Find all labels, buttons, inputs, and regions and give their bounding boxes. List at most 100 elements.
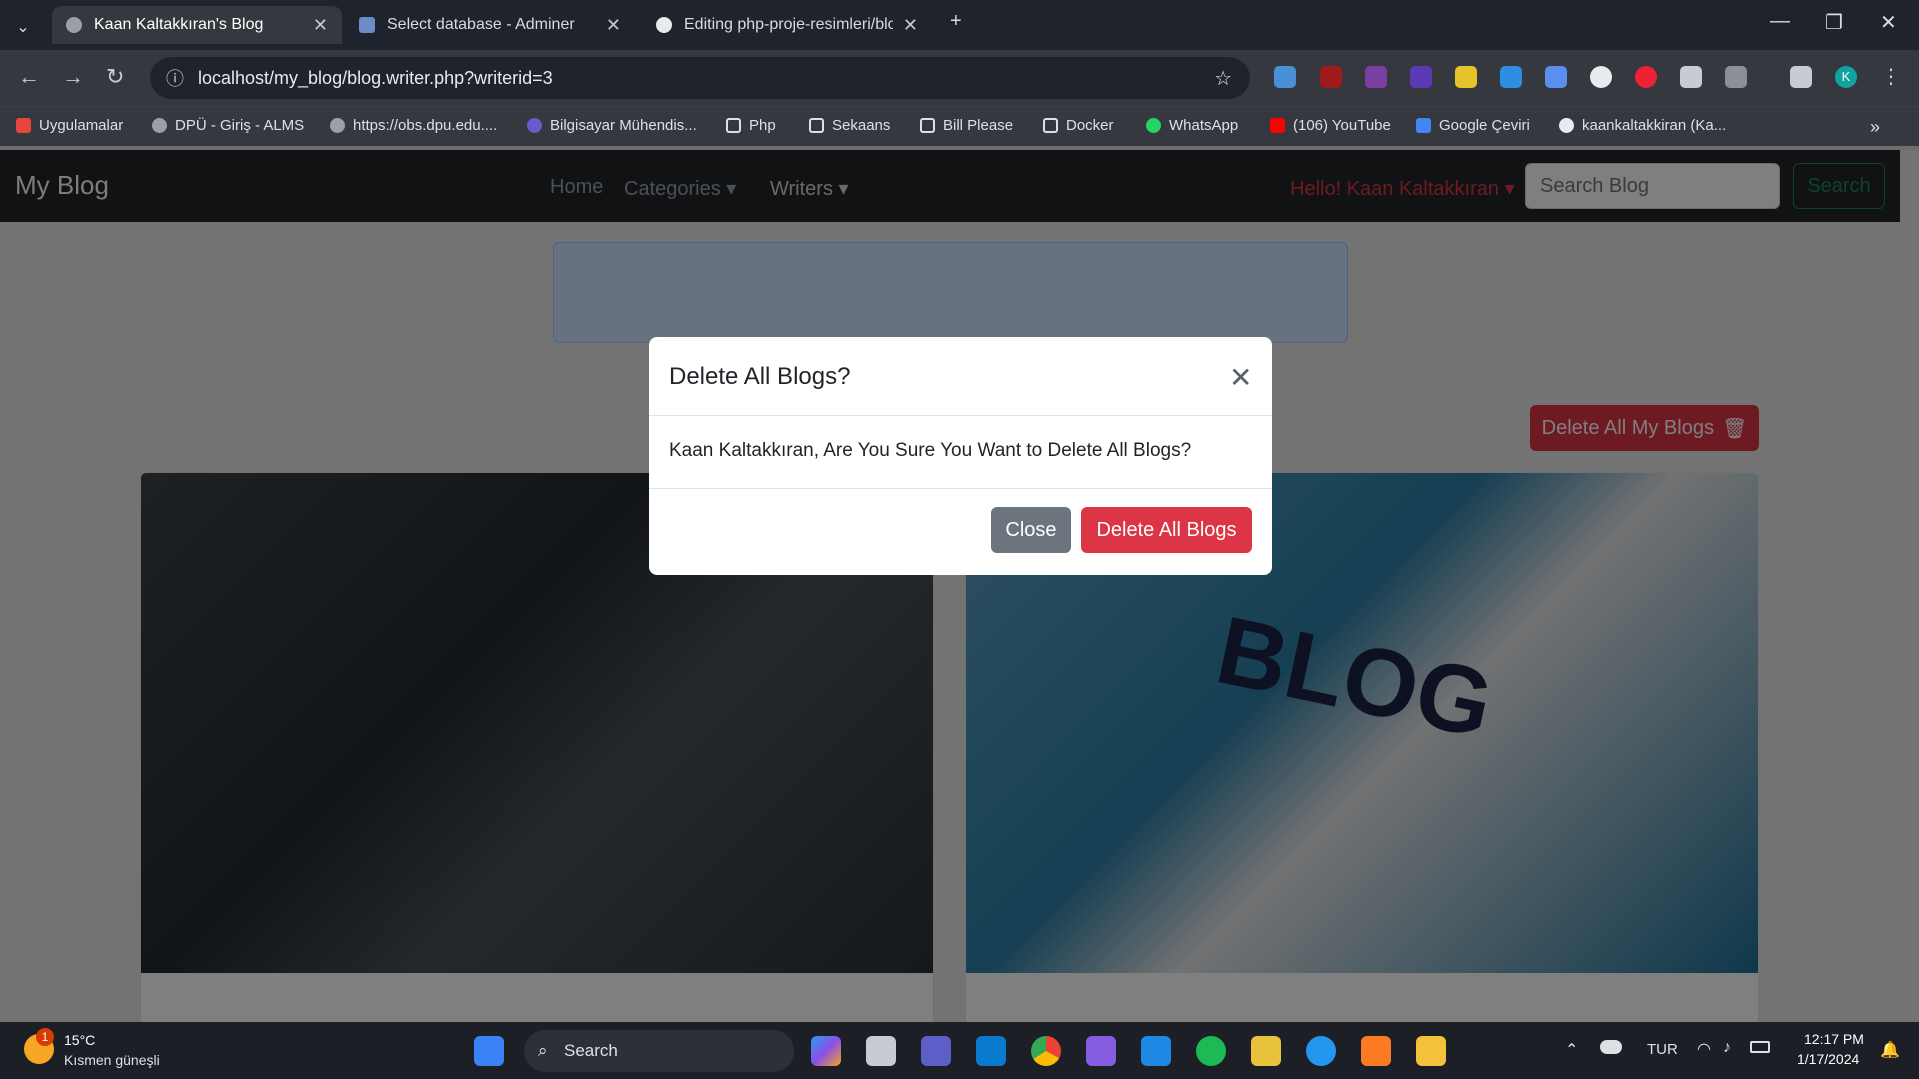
docker-icon[interactable] [1306,1036,1336,1066]
extension-pen-icon[interactable] [1274,66,1296,88]
ublock-icon[interactable] [1320,66,1342,88]
tab-title: Editing php-proje-resimleri/blo [684,16,893,33]
extension-bracket-icon[interactable] [1365,66,1387,88]
modal-close-button[interactable]: Close [991,507,1071,553]
bookmark-label: https://obs.dpu.edu.... [353,117,498,134]
folder-icon [920,118,935,133]
restore-icon[interactable]: ❐ [1825,10,1843,35]
modal-backdrop[interactable] [0,150,1919,1022]
reload-icon[interactable]: ↻ [106,64,124,90]
visual-studio-icon[interactable] [1086,1036,1116,1066]
bookmark-dpu-alms[interactable]: DPÜ - Giriş - ALMS [152,117,304,134]
close-icon[interactable]: ✕ [903,15,918,36]
close-icon[interactable]: ✕ [606,15,621,36]
bookmark-label: Google Çeviri [1439,117,1530,134]
menu-dots-icon[interactable]: ⋮ [1880,66,1902,88]
notification-bell-icon[interactable]: 🔔 [1880,1040,1900,1060]
translate-icon [1416,118,1431,133]
forward-arrow-icon[interactable]: → [62,64,84,90]
whatsapp-icon [1146,118,1161,133]
teams-icon[interactable] [921,1036,951,1066]
search-label: Search [564,1041,618,1060]
mail-icon[interactable] [1141,1036,1171,1066]
bookmark-folder-sekaans[interactable]: Sekaans [809,117,890,134]
copilot-icon[interactable] [811,1036,841,1066]
url-field[interactable]: ⓘ localhost/my_blog/blog.writer.php?writ… [150,57,1250,99]
xampp-icon[interactable] [1361,1036,1391,1066]
file-explorer-icon[interactable] [1416,1036,1446,1066]
extension-circle-icon[interactable] [1590,66,1612,88]
side-panel-icon[interactable] [1790,66,1812,88]
adminer-icon [359,17,375,33]
bookmark-github[interactable]: kaankaltakkiran (Ka... [1559,117,1726,134]
bookmark-folder-billplease[interactable]: Bill Please [920,117,1013,134]
back-arrow-icon[interactable]: ← [18,64,40,90]
extensions-puzzle-icon[interactable] [1725,66,1747,88]
address-toolbar: ← → ↻ ⓘ localhost/my_blog/blog.writer.ph… [0,50,1919,106]
wifi-icon[interactable]: ◠ [1697,1039,1711,1059]
bookmark-label: Bill Please [943,117,1014,134]
spotify-icon[interactable] [1196,1036,1226,1066]
info-icon [527,118,542,133]
bookmark-label: (106) YouTube [1293,117,1391,134]
modal-title: Delete All Blogs? [669,363,851,390]
tab-search-button[interactable]: ⌄ [6,8,40,46]
bookmarks-bar: Uygulamalar DPÜ - Giriş - ALMS https://o… [0,106,1919,146]
site-info-icon[interactable]: ⓘ [166,65,184,91]
bookmark-google-translate[interactable]: Google Çeviri [1416,117,1530,134]
close-icon[interactable]: ✕ [1229,361,1252,394]
extension-edge-icon[interactable] [1500,66,1522,88]
globe-icon [330,118,345,133]
paint-icon[interactable] [1251,1036,1281,1066]
github-icon [1559,118,1574,133]
bookmark-label: WhatsApp [1169,117,1239,134]
bookmark-youtube[interactable]: (106) YouTube [1270,117,1391,134]
extension-doc-icon[interactable] [1545,66,1567,88]
folder-icon [1043,118,1058,133]
bookmark-label: Php [749,117,776,134]
profile-avatar[interactable]: K [1835,66,1857,88]
tab-title: Kaan Kaltakkıran's Blog [94,16,264,33]
weather-badge: 1 [36,1028,54,1046]
bookmark-apps[interactable]: Uygulamalar [16,117,123,134]
bookmark-label: Bilgisayar Mühendis... [550,117,697,134]
confirm-delete-all-button[interactable]: Delete All Blogs [1081,507,1252,553]
clock-time[interactable]: 12:17 PM [1804,1031,1864,1047]
vscode-icon[interactable] [976,1036,1006,1066]
bookmark-bilgisayar[interactable]: Bilgisayar Mühendis... [527,117,697,134]
bookmark-star-icon[interactable]: ☆ [1214,66,1232,91]
minimize-icon[interactable]: — [1770,10,1790,33]
task-view-icon[interactable] [866,1036,896,1066]
bookmark-folder-docker[interactable]: Docker [1043,117,1114,134]
folder-icon [809,118,824,133]
bookmark-obs[interactable]: https://obs.dpu.edu.... [330,117,497,134]
start-icon[interactable] [474,1036,504,1066]
bookmarks-overflow-icon[interactable]: » [1870,117,1880,138]
language-indicator[interactable]: TUR [1647,1041,1678,1058]
extension-w-icon[interactable] [1455,66,1477,88]
tab-adminer[interactable]: Select database - Adminer ✕ [345,6,635,44]
bookmark-folder-php[interactable]: Php [726,117,776,134]
extension-record-icon[interactable] [1635,66,1657,88]
taskbar-search[interactable]: ⌕ Search [524,1030,794,1072]
window-close-icon[interactable]: ✕ [1880,10,1897,35]
eyedropper-icon[interactable] [1680,66,1702,88]
apps-grid-icon [16,118,31,133]
github-icon [656,17,672,33]
chevron-up-icon[interactable]: ⌃ [1565,1040,1578,1060]
youtube-icon [1270,118,1285,133]
volume-icon[interactable]: ♪ [1723,1039,1731,1057]
weather-temperature[interactable]: 15°C [64,1032,95,1048]
onedrive-icon[interactable] [1600,1040,1622,1054]
globe-icon [152,118,167,133]
close-icon[interactable]: ✕ [313,15,328,36]
weather-description[interactable]: Kısmen güneşli [64,1052,160,1068]
clock-date[interactable]: 1/17/2024 [1797,1051,1859,1067]
battery-icon[interactable] [1750,1041,1770,1053]
tab-github[interactable]: Editing php-proje-resimleri/blo ✕ [642,6,932,44]
chrome-icon[interactable] [1031,1036,1061,1066]
new-tab-icon[interactable]: + [950,10,962,33]
bookmark-whatsapp[interactable]: WhatsApp [1146,117,1238,134]
extension-badge-icon[interactable] [1410,66,1432,88]
tab-blog[interactable]: Kaan Kaltakkıran's Blog ✕ [52,6,342,44]
